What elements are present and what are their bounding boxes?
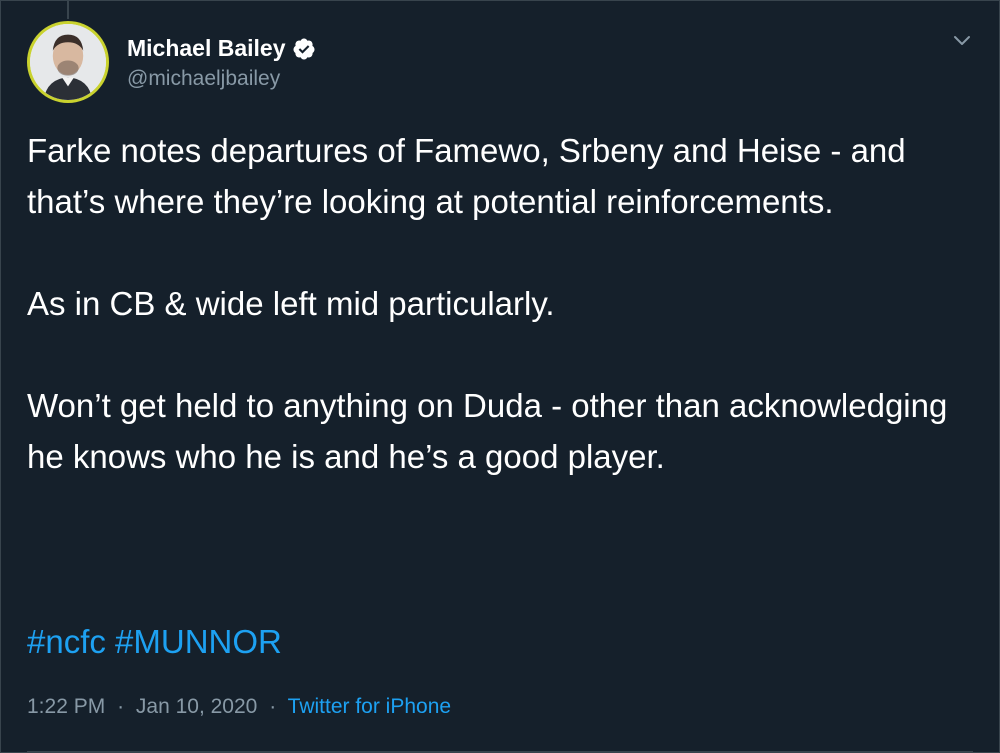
- tweet-paragraph: As in CB & wide left mid particularly.: [27, 285, 555, 322]
- tweet-source-link[interactable]: Twitter for iPhone: [288, 695, 451, 718]
- thread-connector-line: [67, 1, 69, 19]
- avatar[interactable]: [27, 21, 109, 103]
- hashtag-link[interactable]: #ncfc: [27, 623, 106, 660]
- meta-separator: ·: [117, 695, 125, 718]
- tweet-card: Michael Bailey @michaeljbailey Farke not…: [0, 0, 1000, 753]
- tweet-text: Farke notes departures of Famewo, Srbeny…: [27, 125, 977, 482]
- author-display-name[interactable]: Michael Bailey: [127, 35, 286, 62]
- avatar-portrait-icon: [30, 24, 106, 100]
- tweet-time[interactable]: 1:22 PM: [27, 695, 105, 718]
- tweet-metadata: 1:22 PM · Jan 10, 2020 · Twitter for iPh…: [27, 695, 451, 719]
- tweet-date[interactable]: Jan 10, 2020: [136, 695, 257, 718]
- tweet-paragraph: Won’t get held to anything on Duda - oth…: [27, 387, 948, 475]
- avatar-photo: [30, 24, 106, 100]
- hashtag-link[interactable]: #MUNNOR: [115, 623, 282, 660]
- chevron-down-icon: [954, 36, 970, 45]
- meta-separator: ·: [269, 695, 277, 718]
- hashtag-row: #ncfc #MUNNOR: [27, 616, 282, 667]
- divider: [27, 751, 973, 752]
- tweet-paragraph: Farke notes departures of Famewo, Srbeny…: [27, 132, 906, 220]
- author-name-row[interactable]: Michael Bailey: [127, 35, 316, 62]
- author-handle[interactable]: @michaeljbailey: [127, 67, 280, 91]
- more-options-button[interactable]: [947, 29, 977, 53]
- verified-badge-icon: [292, 37, 316, 61]
